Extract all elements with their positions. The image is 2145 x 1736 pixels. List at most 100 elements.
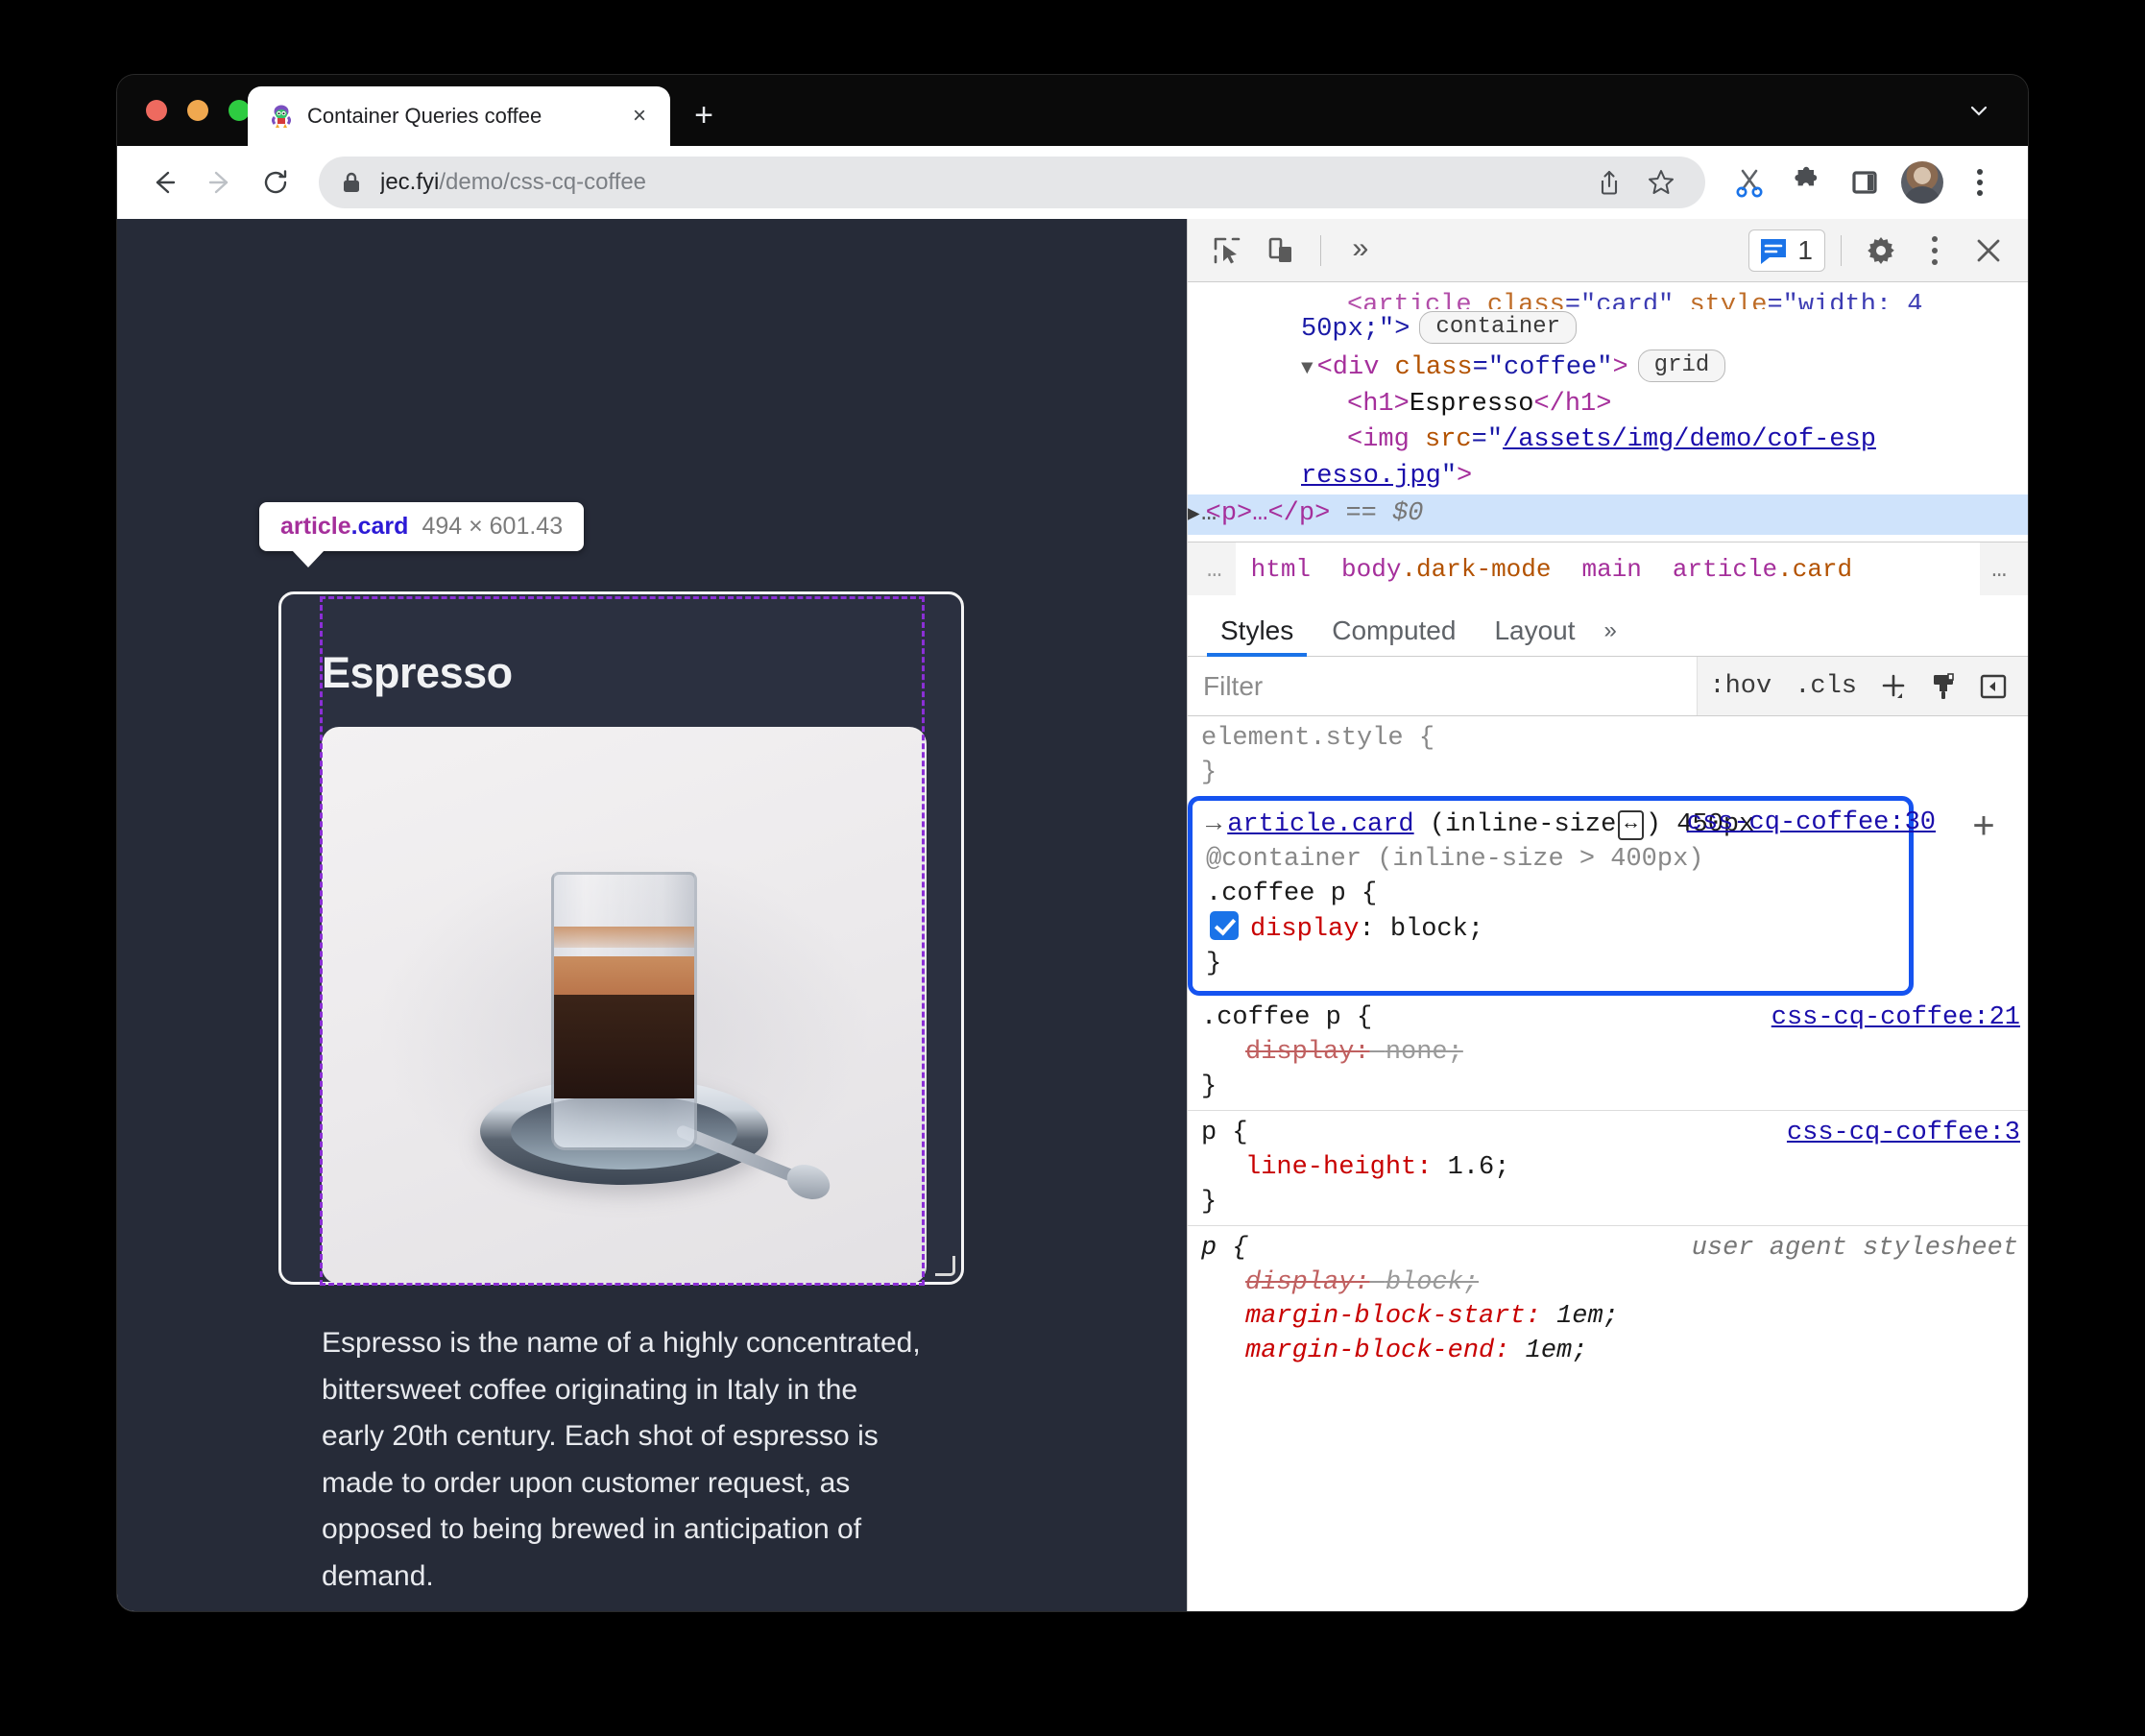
tab-computed[interactable]: Computed — [1313, 615, 1475, 656]
grid-badge[interactable]: grid — [1637, 350, 1726, 383]
collapse-arrow-icon[interactable]: ▶ — [1188, 504, 1200, 526]
tab-layout[interactable]: Layout — [1475, 615, 1594, 656]
breadcrumb-item-article[interactable]: article.card — [1657, 555, 1868, 584]
devtools-kebab-menu-icon[interactable] — [1911, 227, 1959, 275]
dom-ellipsis[interactable]: … — [1201, 498, 1218, 530]
kebab-menu-icon[interactable] — [1953, 156, 2007, 209]
tab-strip: Container Queries coffee × + — [117, 75, 2028, 146]
reload-button[interactable] — [250, 157, 301, 208]
tab-search-chevron-icon[interactable] — [1963, 98, 1995, 131]
close-devtools-icon[interactable] — [1964, 227, 2012, 275]
address-bar[interactable]: jec.fyi/demo/css-cq-coffee — [319, 157, 1705, 208]
cq-decl-prop[interactable]: display — [1250, 915, 1359, 944]
crema-layer — [554, 955, 694, 997]
dom-line-img[interactable]: <img src="/assets/img/demo/cof-esp — [1188, 422, 2028, 458]
gear-icon[interactable] — [1857, 227, 1905, 275]
bookmark-star-icon[interactable] — [1638, 159, 1684, 205]
rule3-source-link[interactable]: css-cq-coffee:3 — [1787, 1117, 2020, 1151]
dom-line-container[interactable]: 50px;"> container — [1188, 309, 2028, 348]
cq-decl-value[interactable]: block; — [1390, 915, 1483, 944]
close-tab-button[interactable]: × — [626, 105, 653, 128]
cq-source-link[interactable]: css-cq-coffee:30 — [1687, 807, 1936, 841]
devtools-panel: » 1 <article class="card" style="width: … — [1187, 219, 2028, 1611]
filter-input[interactable]: Filter — [1188, 657, 1699, 715]
rule-element-style[interactable]: element.style { } — [1188, 716, 2028, 796]
container-badge[interactable]: container — [1419, 311, 1578, 344]
avatar[interactable] — [1901, 161, 1943, 204]
cq-rule-selector[interactable]: .coffee p { css-cq-coffee:30 — [1206, 808, 1936, 912]
tab-styles[interactable]: Styles — [1201, 615, 1313, 657]
breadcrumb-item-main[interactable]: main — [1566, 555, 1656, 584]
rule-selector[interactable]: element.style { — [1201, 722, 2028, 757]
rule-p-line-height[interactable]: p { css-cq-coffee:3 line-height: 1.6; } — [1188, 1111, 2028, 1227]
card-heading: Espresso — [322, 648, 513, 697]
rule4-value-display: block; — [1385, 1267, 1480, 1297]
more-panels-icon[interactable]: » — [1337, 227, 1385, 275]
dom-line-selected-p[interactable]: … ▶ <p>…</p> == $0 — [1188, 494, 2028, 535]
coffee-layer — [554, 994, 694, 1098]
side-panel-icon[interactable] — [1838, 156, 1892, 209]
toggle-sidebar-icon[interactable] — [1968, 670, 2018, 703]
device-toolbar-icon[interactable] — [1257, 227, 1305, 275]
article-card: Espresso Espresso is the name of a highl… — [278, 591, 964, 1592]
img-src-link-part2[interactable]: resso.jpg — [1301, 462, 1441, 491]
rule3-value[interactable]: 1.6; — [1448, 1153, 1510, 1182]
declaration-checkbox[interactable] — [1210, 911, 1239, 941]
dom-line-clipped: <article class="card" style="width: 4 — [1347, 291, 1923, 309]
dom-line-div-coffee[interactable]: ▼ <div class="coffee"> grid — [1188, 348, 2028, 386]
maximize-window-button[interactable] — [229, 100, 250, 121]
badge-class: .card — [350, 513, 409, 540]
tabs-more-icon[interactable]: » — [1595, 617, 1632, 656]
cls-button[interactable]: .cls — [1783, 672, 1868, 701]
styles-pane[interactable]: element.style { } → article.card (inline-… — [1188, 716, 2028, 1611]
img-src-link-part1[interactable]: /assets/img/demo/cof-esp — [1503, 425, 1876, 454]
breadcrumb-item-html[interactable]: html — [1236, 555, 1326, 584]
rule2-prop: display: — [1245, 1038, 1370, 1067]
cq-declaration-display[interactable]: display: block; — [1206, 911, 1899, 948]
window-controls[interactable] — [146, 100, 250, 121]
url-text: jec.fyi/demo/css-cq-coffee — [380, 169, 646, 196]
hov-button[interactable]: :hov — [1698, 672, 1783, 701]
page-viewport: article.card 494 × 601.43 Espresso Espre… — [117, 219, 1187, 1611]
back-button[interactable] — [138, 157, 190, 208]
share-icon[interactable] — [1586, 159, 1632, 205]
container-link[interactable]: article.card — [1227, 810, 1413, 839]
rule4-selector: p { — [1201, 1234, 1248, 1264]
desktop-background: Container Queries coffee × + jec.fyi/dem… — [0, 0, 2145, 1736]
message-count-badge[interactable]: 1 — [1748, 229, 1825, 272]
rule-coffee-p-overridden[interactable]: .coffee p { css-cq-coffee:21 display: no… — [1188, 996, 2028, 1112]
content-area: article.card 494 × 601.43 Espresso Espre… — [117, 219, 2028, 1611]
browser-tab[interactable]: Container Queries coffee × — [248, 86, 670, 146]
rule-user-agent-stylesheet[interactable]: p { user agent stylesheet display: block… — [1188, 1226, 2028, 1375]
rule2-selector-line[interactable]: .coffee p { css-cq-coffee:21 — [1201, 1001, 2028, 1036]
badge-tag: article — [280, 513, 351, 540]
rule-container-query-highlighted[interactable]: → article.card (inline-size ↔) 450px @cont… — [1188, 796, 1936, 997]
new-tab-button[interactable]: + — [686, 98, 722, 134]
dom-tree[interactable]: <article class="card" style="width: 4 50… — [1188, 282, 2028, 542]
rule3-declaration[interactable]: line-height: 1.6; — [1201, 1151, 2028, 1186]
breadcrumb-items: html body.dark-mode main article.card — [1235, 542, 1981, 595]
breadcrumb-item-body[interactable]: body.dark-mode — [1326, 555, 1566, 584]
browser-window: Container Queries coffee × + jec.fyi/dem… — [117, 75, 2028, 1611]
breadcrumb-leading-ellipsis[interactable]: … — [1195, 555, 1236, 584]
crema-top-layer — [554, 926, 694, 948]
puzzle-icon[interactable] — [1780, 156, 1834, 209]
dom-line-img-cont[interactable]: resso.jpg"> — [1188, 459, 2028, 494]
new-style-rule-button[interactable] — [1868, 669, 1918, 704]
selected-eq: == — [1345, 499, 1377, 529]
styles-filter-bar: Filter :hov .cls — [1188, 657, 2028, 716]
close-window-button[interactable] — [146, 100, 167, 121]
scissors-icon[interactable] — [1723, 156, 1776, 209]
dom-line-h1[interactable]: <h1>Espresso</h1> — [1188, 387, 2028, 422]
add-declaration-plus[interactable]: + — [1972, 805, 1995, 856]
forward-button[interactable] — [194, 157, 246, 208]
rule2-source-link[interactable]: css-cq-coffee:21 — [1771, 1001, 2020, 1036]
paint-brush-icon[interactable] — [1918, 670, 1968, 703]
rule3-prop[interactable]: line-height: — [1245, 1153, 1432, 1182]
expand-arrow-icon[interactable]: ▼ — [1301, 358, 1314, 380]
inspect-element-icon[interactable] — [1203, 227, 1251, 275]
rule3-selector-line[interactable]: p { css-cq-coffee:3 — [1201, 1117, 2028, 1151]
minimize-window-button[interactable] — [187, 100, 208, 121]
rule2-declaration[interactable]: display: none; — [1201, 1036, 2028, 1071]
breadcrumb-trailing-ellipsis[interactable]: … — [1980, 542, 2020, 595]
